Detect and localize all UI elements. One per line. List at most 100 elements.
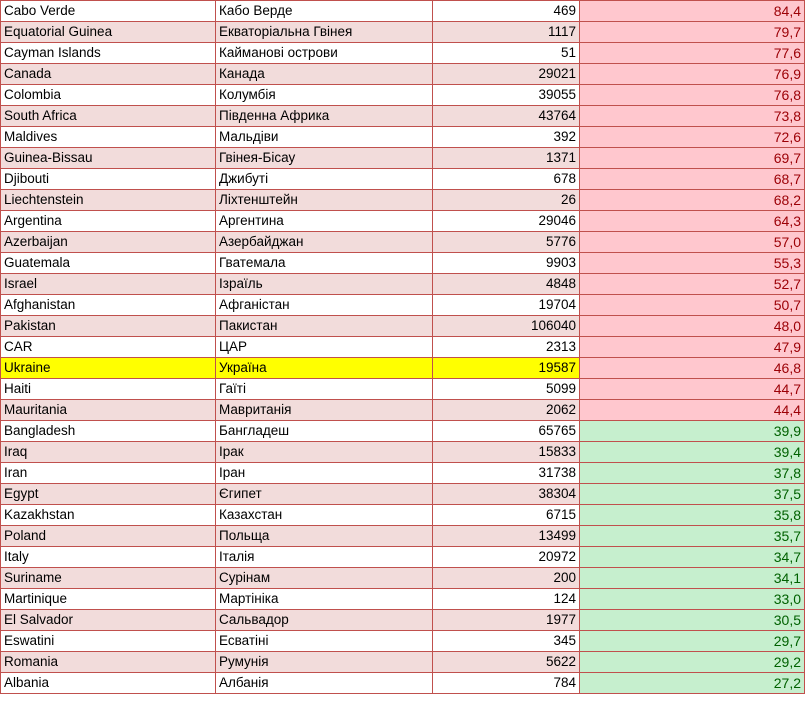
country-name-ukrainian: Екваторіальна Гвінея	[215, 21, 433, 43]
table-row: Liechtenstein Ліхтенштейн 26 68,2	[0, 189, 805, 211]
count-cell: 4848	[432, 273, 580, 295]
country-name-ukrainian: Пакистан	[215, 315, 433, 337]
value-cell: 33,0	[579, 588, 805, 610]
country-name-english: Ukraine	[0, 357, 216, 379]
count-cell: 38304	[432, 483, 580, 505]
country-name-english: Egypt	[0, 483, 216, 505]
country-name-english: CAR	[0, 336, 216, 358]
count-cell: 469	[432, 0, 580, 22]
country-name-ukrainian: Бангладеш	[215, 420, 433, 442]
table-row: Guinea-Bissau Гвінея-Бісау 1371 69,7	[0, 147, 805, 169]
count-cell: 2313	[432, 336, 580, 358]
count-cell: 2062	[432, 399, 580, 421]
table-row: Eswatini Есватіні 345 29,7	[0, 630, 805, 652]
count-cell: 678	[432, 168, 580, 190]
country-name-ukrainian: Мальдіви	[215, 126, 433, 148]
country-name-english: Eswatini	[0, 630, 216, 652]
country-name-english: Azerbaijan	[0, 231, 216, 253]
count-cell: 9903	[432, 252, 580, 274]
table-row: El Salvador Сальвадор 1977 30,5	[0, 609, 805, 631]
country-name-english: Afghanistan	[0, 294, 216, 316]
table-row: Israel Ізраїль 4848 52,7	[0, 273, 805, 295]
count-cell: 124	[432, 588, 580, 610]
country-name-ukrainian: Кайманові острови	[215, 42, 433, 64]
country-data-table: Cabo Verde Кабо Верде 469 84,4 Equatorial Gu…	[0, 0, 805, 694]
country-name-english: Maldives	[0, 126, 216, 148]
country-name-ukrainian: Гаїті	[215, 378, 433, 400]
count-cell: 43764	[432, 105, 580, 127]
count-cell: 15833	[432, 441, 580, 463]
country-name-english: Cayman Islands	[0, 42, 216, 64]
value-cell: 79,7	[579, 21, 805, 43]
country-name-english: South Africa	[0, 105, 216, 127]
count-cell: 39055	[432, 84, 580, 106]
value-cell: 68,2	[579, 189, 805, 211]
country-name-english: Romania	[0, 651, 216, 673]
table-row: Martinique Мартініка 124 33,0	[0, 588, 805, 610]
table-row: Argentina Аргентина 29046 64,3	[0, 210, 805, 232]
table-row: Cayman Islands Кайманові острови 51 77,6	[0, 42, 805, 64]
count-cell: 51	[432, 42, 580, 64]
value-cell: 73,8	[579, 105, 805, 127]
country-name-ukrainian: Гвінея-Бісау	[215, 147, 433, 169]
value-cell: 57,0	[579, 231, 805, 253]
country-name-english: Haiti	[0, 378, 216, 400]
value-cell: 29,2	[579, 651, 805, 673]
table-row: Maldives Мальдіви 392 72,6	[0, 126, 805, 148]
value-cell: 44,7	[579, 378, 805, 400]
value-cell: 44,4	[579, 399, 805, 421]
country-name-ukrainian: Україна	[215, 357, 433, 379]
country-name-english: Iran	[0, 462, 216, 484]
value-cell: 47,9	[579, 336, 805, 358]
count-cell: 784	[432, 672, 580, 694]
table-row: Kazakhstan Казахстан 6715 35,8	[0, 504, 805, 526]
table-body: Cabo Verde Кабо Верде 469 84,4 Equatorial Gu…	[0, 0, 805, 694]
count-cell: 5622	[432, 651, 580, 673]
country-name-english: Cabo Verde	[0, 0, 216, 22]
value-cell: 72,6	[579, 126, 805, 148]
value-cell: 48,0	[579, 315, 805, 337]
country-name-ukrainian: Азербайджан	[215, 231, 433, 253]
country-name-ukrainian: Сальвадор	[215, 609, 433, 631]
country-name-ukrainian: ЦАР	[215, 336, 433, 358]
country-name-english: Mauritania	[0, 399, 216, 421]
country-name-ukrainian: Румунія	[215, 651, 433, 673]
country-name-ukrainian: Казахстан	[215, 504, 433, 526]
country-name-english: Poland	[0, 525, 216, 547]
country-name-ukrainian: Польща	[215, 525, 433, 547]
value-cell: 76,9	[579, 63, 805, 85]
country-name-english: Kazakhstan	[0, 504, 216, 526]
country-name-ukrainian: Мартініка	[215, 588, 433, 610]
count-cell: 65765	[432, 420, 580, 442]
count-cell: 200	[432, 567, 580, 589]
country-name-ukrainian: Канада	[215, 63, 433, 85]
value-cell: 37,8	[579, 462, 805, 484]
country-name-ukrainian: Аргентина	[215, 210, 433, 232]
value-cell: 69,7	[579, 147, 805, 169]
table-row: Azerbaijan Азербайджан 5776 57,0	[0, 231, 805, 253]
country-name-english: Argentina	[0, 210, 216, 232]
value-cell: 50,7	[579, 294, 805, 316]
value-cell: 29,7	[579, 630, 805, 652]
country-name-english: Iraq	[0, 441, 216, 463]
country-name-ukrainian: Південна Африка	[215, 105, 433, 127]
table-row: Colombia Колумбія 39055 76,8	[0, 84, 805, 106]
table-row: Bangladesh Бангладеш 65765 39,9	[0, 420, 805, 442]
country-name-english: Liechtenstein	[0, 189, 216, 211]
country-name-english: Guatemala	[0, 252, 216, 274]
value-cell: 68,7	[579, 168, 805, 190]
value-cell: 55,3	[579, 252, 805, 274]
value-cell: 34,1	[579, 567, 805, 589]
count-cell: 392	[432, 126, 580, 148]
table-row: Haiti Гаїті 5099 44,7	[0, 378, 805, 400]
count-cell: 345	[432, 630, 580, 652]
country-name-ukrainian: Ірак	[215, 441, 433, 463]
country-name-english: Israel	[0, 273, 216, 295]
country-name-english: Pakistan	[0, 315, 216, 337]
table-row: Ukraine Україна 19587 46,8	[0, 357, 805, 379]
value-cell: 34,7	[579, 546, 805, 568]
country-name-ukrainian: Афганістан	[215, 294, 433, 316]
country-name-ukrainian: Іран	[215, 462, 433, 484]
country-name-ukrainian: Кабо Верде	[215, 0, 433, 22]
count-cell: 31738	[432, 462, 580, 484]
